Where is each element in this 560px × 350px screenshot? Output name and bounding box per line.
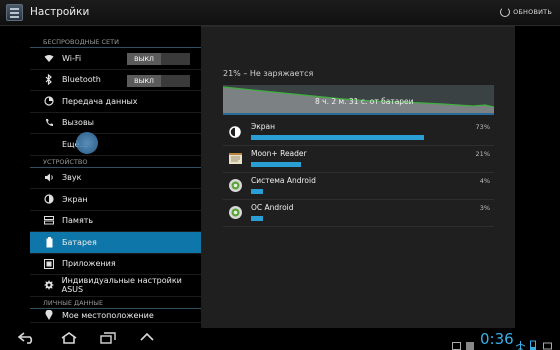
toggle-label: ВЫКЛ bbox=[127, 74, 161, 87]
empty-icon bbox=[43, 138, 55, 150]
usage-name: Moon+ Reader bbox=[251, 149, 307, 158]
brightness-icon bbox=[43, 193, 55, 205]
usage-name: Система Android bbox=[251, 176, 316, 185]
usage-percent: 21% bbox=[475, 150, 490, 158]
usage-row-android-os[interactable]: ОС Android 3% bbox=[223, 200, 494, 227]
sidebar-item-label: Индивидуальные настройки ASUS bbox=[61, 276, 182, 295]
sidebar-item-battery[interactable]: Батарея bbox=[30, 232, 201, 254]
refresh-button[interactable]: ОБНОВИТЬ bbox=[500, 7, 552, 17]
location-icon bbox=[43, 309, 55, 321]
sidebar-item-label: Wi-Fi bbox=[62, 53, 82, 63]
action-bar: Настройки ОБНОВИТЬ bbox=[0, 0, 560, 26]
recent-apps-icon[interactable] bbox=[100, 332, 116, 347]
apps-icon bbox=[43, 258, 55, 270]
data-usage-icon bbox=[43, 95, 55, 107]
android-os-icon bbox=[228, 205, 243, 220]
brightness-icon bbox=[228, 124, 243, 139]
sidebar-item-apps[interactable]: Приложения bbox=[30, 254, 201, 275]
usage-row-moon-reader[interactable]: Moon+ Reader 21% bbox=[223, 146, 494, 173]
sidebar-item-location[interactable]: Мое местоположение bbox=[30, 309, 201, 323]
battery-history-graph[interactable]: 8 ч. 2 м. 31 с. от батареи bbox=[223, 85, 494, 115]
notification-icon[interactable] bbox=[466, 335, 474, 350]
usage-bar bbox=[251, 135, 424, 140]
sidebar-item-label: Передача данных bbox=[62, 96, 138, 106]
usage-row-display[interactable]: Экран 73% bbox=[223, 119, 494, 146]
wifi-toggle[interactable]: ВЫКЛ bbox=[127, 53, 190, 65]
clock[interactable]: 0:36 bbox=[480, 330, 514, 348]
battery-status: 21% – Не заряжается bbox=[223, 69, 314, 78]
page-title: Настройки bbox=[30, 6, 90, 18]
bluetooth-icon bbox=[43, 74, 55, 86]
usage-bar bbox=[251, 189, 263, 194]
refresh-icon bbox=[500, 7, 511, 17]
asus-settings-icon bbox=[43, 279, 55, 291]
usage-bar bbox=[251, 162, 301, 167]
sidebar-item-calls[interactable]: Вызовы bbox=[30, 113, 201, 134]
battery-panel: 21% – Не заряжается 8 ч. 2 м. 31 с. от б… bbox=[201, 26, 515, 328]
wifi-icon bbox=[43, 52, 55, 64]
sidebar-item-label: Bluetooth bbox=[62, 75, 101, 85]
sidebar-item-label: Мое местоположение bbox=[62, 310, 154, 320]
keyboard-indicator-icon bbox=[543, 335, 552, 350]
sidebar-item-label: Экран bbox=[62, 194, 88, 204]
sidebar-item-label: Батарея bbox=[62, 237, 97, 247]
usage-percent: 4% bbox=[479, 177, 490, 185]
sidebar-item-data-usage[interactable]: Передача данных bbox=[30, 91, 201, 113]
section-header-device: УСТРОЙСТВО bbox=[30, 156, 201, 168]
system-nav-bar: 0:36 bbox=[0, 328, 560, 350]
settings-app-icon[interactable] bbox=[6, 4, 23, 21]
refresh-label: ОБНОВИТЬ bbox=[513, 8, 552, 16]
sidebar-item-label: Приложения bbox=[62, 259, 116, 269]
usage-percent: 73% bbox=[475, 123, 490, 131]
sidebar-item-label: Вызовы bbox=[62, 118, 94, 128]
battery-status-icon bbox=[530, 335, 538, 350]
sidebar-item-more[interactable]: Ещё… bbox=[30, 134, 201, 156]
section-header-personal: ЛИЧНЫЕ ДАННЫЕ bbox=[30, 297, 201, 309]
sidebar-item-label: Звук bbox=[62, 173, 82, 183]
settings-content: БЕСПРОВОДНЫЕ СЕТИ Wi-Fi ВЫКЛ Bluetooth В… bbox=[0, 26, 560, 328]
bluetooth-toggle[interactable]: ВЫКЛ bbox=[127, 74, 190, 87]
storage-icon bbox=[43, 215, 55, 227]
section-header-wireless: БЕСПРОВОДНЫЕ СЕТИ bbox=[30, 36, 201, 48]
sidebar-item-storage[interactable]: Память bbox=[30, 211, 201, 232]
sidebar-item-display[interactable]: Экран bbox=[30, 189, 201, 211]
screenshot-notification-icon[interactable] bbox=[452, 335, 461, 350]
battery-icon bbox=[43, 236, 55, 248]
airplane-mode-icon bbox=[515, 335, 526, 350]
sidebar-item-asus-settings[interactable]: Индивидуальные настройки ASUS bbox=[30, 275, 201, 297]
speaker-icon bbox=[43, 172, 55, 184]
sidebar-item-wifi[interactable]: Wi-Fi ВЫКЛ bbox=[30, 48, 201, 70]
settings-sidebar: БЕСПРОВОДНЫЕ СЕТИ Wi-Fi ВЫКЛ Bluetooth В… bbox=[30, 36, 201, 328]
toggle-label: ВЫКЛ bbox=[127, 53, 161, 65]
watermark-badge bbox=[76, 132, 98, 154]
graph-label: 8 ч. 2 м. 31 с. от батареи bbox=[315, 97, 414, 106]
android-system-icon bbox=[228, 178, 243, 193]
usage-row-android-system[interactable]: Система Android 4% bbox=[223, 173, 494, 200]
menu-up-icon[interactable] bbox=[140, 332, 154, 345]
usage-name: ОС Android bbox=[251, 203, 294, 212]
sidebar-item-bluetooth[interactable]: Bluetooth ВЫКЛ bbox=[30, 70, 201, 91]
book-icon bbox=[228, 151, 243, 166]
sidebar-item-sound[interactable]: Звук bbox=[30, 168, 201, 189]
sidebar-item-label: Память bbox=[62, 216, 94, 226]
usage-name: Экран bbox=[251, 122, 276, 131]
usage-percent: 3% bbox=[479, 204, 490, 212]
usage-bar bbox=[251, 216, 263, 221]
phone-icon bbox=[43, 117, 55, 129]
home-icon[interactable] bbox=[60, 332, 78, 347]
back-icon[interactable] bbox=[17, 332, 36, 347]
